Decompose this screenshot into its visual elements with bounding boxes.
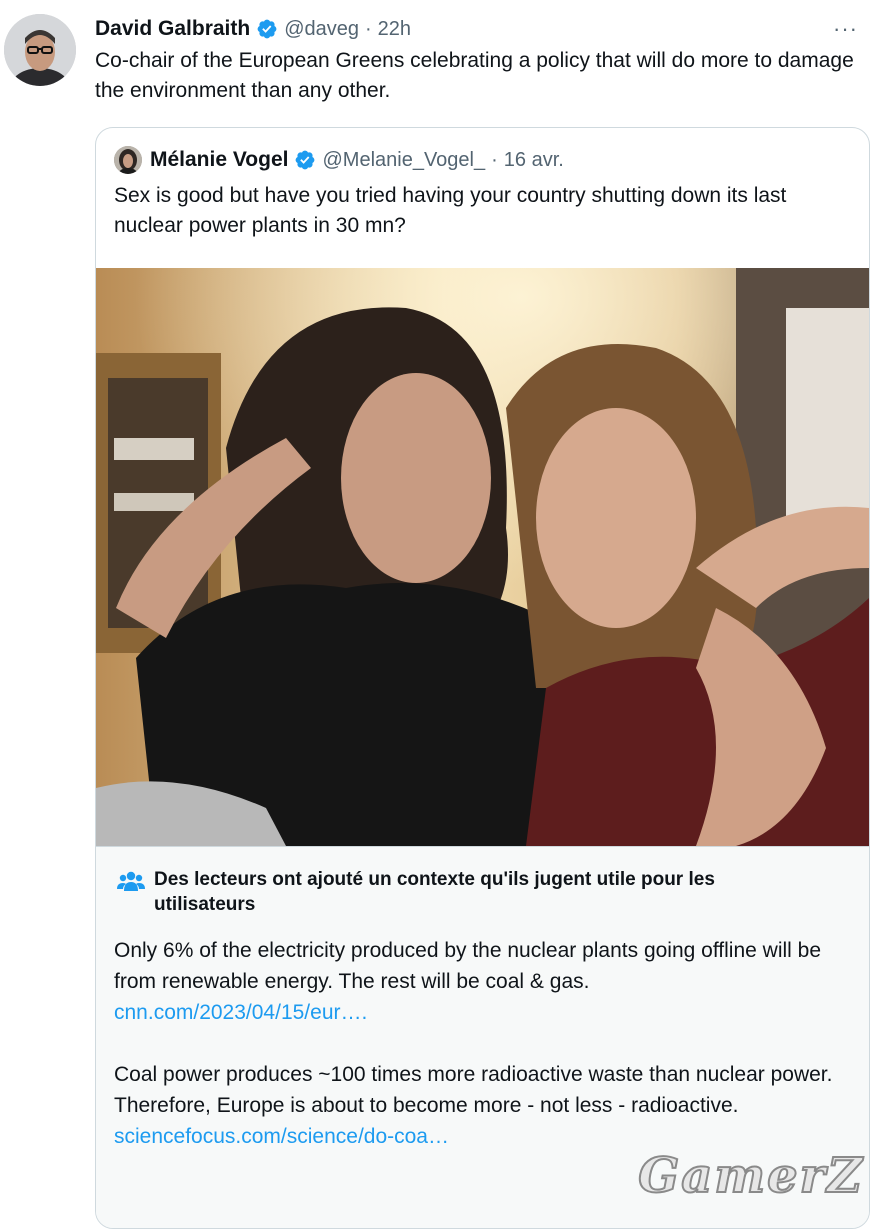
quoted-tweet[interactable]: Mélanie Vogel @Melanie_Vogel_ · 16 avr. … <box>95 127 870 1229</box>
author-name[interactable]: David Galbraith <box>95 17 250 41</box>
community-note-header: Des lecteurs ont ajouté un contexte qu'i… <box>116 867 816 917</box>
quoted-tweet-date[interactable]: 16 avr. <box>504 149 564 172</box>
separator-dot: · <box>491 148 498 171</box>
quoted-author-name[interactable]: Mélanie Vogel <box>150 148 288 172</box>
note-link-sciencefocus[interactable]: sciencefocus.com/science/do-coa… <box>114 1125 449 1148</box>
author-avatar[interactable] <box>4 14 76 86</box>
community-note-body: Only 6% of the electricity produced by t… <box>114 935 859 1152</box>
quoted-author-handle[interactable]: @Melanie_Vogel_ <box>322 149 485 172</box>
quoted-tweet-header: Mélanie Vogel @Melanie_Vogel_ · 16 avr. <box>114 145 564 175</box>
tweet-photo[interactable] <box>96 268 869 846</box>
watermark-logo: GamerZ <box>637 1147 864 1205</box>
note-link-cnn[interactable]: cnn.com/2023/04/15/eur…. <box>114 1001 367 1024</box>
quoted-author-avatar[interactable] <box>114 146 142 174</box>
verified-badge-icon <box>296 150 315 170</box>
note-paragraph: Coal power produces ~100 times more radi… <box>114 1063 833 1117</box>
community-notes-icon <box>117 871 145 891</box>
verified-badge-icon <box>257 19 277 39</box>
note-paragraph: Only 6% of the electricity produced by t… <box>114 939 822 993</box>
quoted-tweet-text: Sex is good but have you tried having yo… <box>114 184 787 237</box>
tweet-timestamp[interactable]: 22h <box>378 18 411 41</box>
author-handle[interactable]: @daveg <box>284 18 359 41</box>
tweet-header: David Galbraith @daveg · 22h ··· <box>95 14 858 44</box>
separator-dot: · <box>365 17 372 40</box>
community-note-title: Des lecteurs ont ajouté un contexte qu'i… <box>154 869 715 915</box>
more-options-icon[interactable]: ··· <box>833 16 858 42</box>
tweet-text: Co-chair of the European Greens celebrat… <box>95 49 854 102</box>
